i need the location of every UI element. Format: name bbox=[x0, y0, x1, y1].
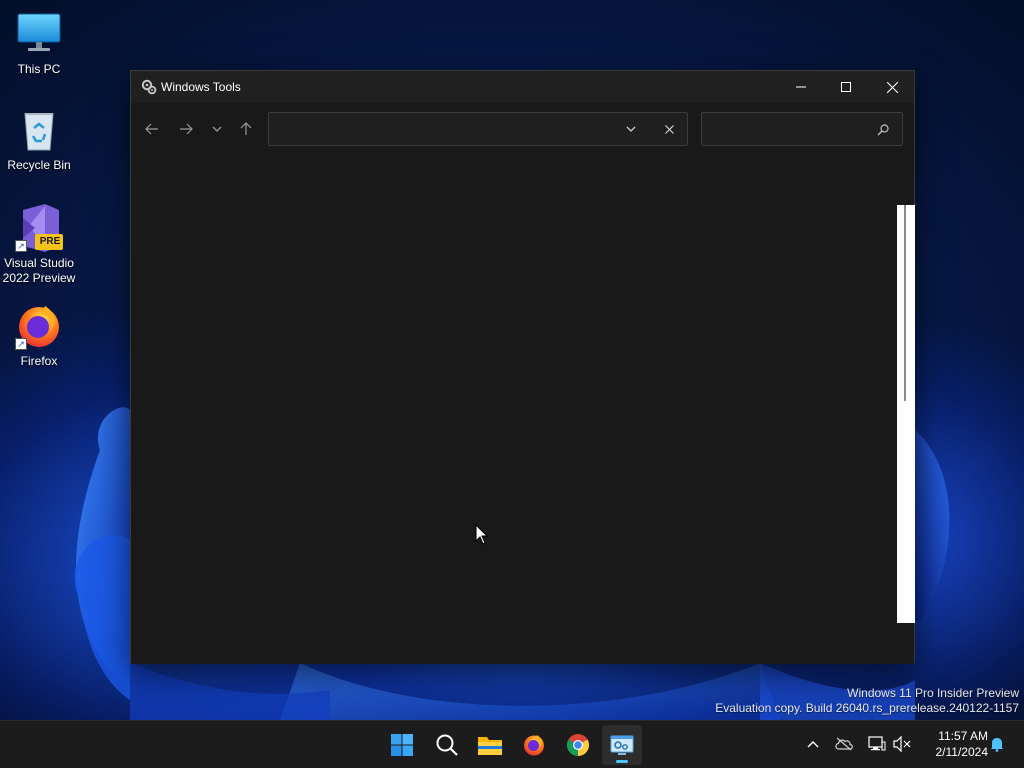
search-box[interactable] bbox=[701, 112, 903, 146]
preview-badge: PRE bbox=[39, 236, 61, 247]
chevron-down-icon bbox=[212, 126, 222, 132]
maximize-icon bbox=[841, 82, 851, 92]
search-icon[interactable] bbox=[874, 121, 892, 139]
desktop-icon-label: Recycle Bin bbox=[7, 158, 71, 172]
navigation-bar bbox=[131, 103, 914, 155]
back-button[interactable] bbox=[140, 119, 164, 139]
chrome-taskbar-button[interactable] bbox=[558, 725, 598, 765]
show-hidden-icons-button[interactable] bbox=[802, 733, 824, 755]
windows-tools-icon bbox=[610, 735, 634, 755]
close-icon bbox=[664, 124, 674, 134]
minimize-icon bbox=[796, 86, 806, 88]
network-tray-button[interactable] bbox=[866, 733, 888, 755]
recycle-bin-icon bbox=[15, 106, 63, 154]
windows-tools-taskbar-button[interactable] bbox=[602, 725, 642, 765]
desktop-icon-label: Firefox bbox=[20, 354, 58, 368]
monitor-icon bbox=[15, 10, 63, 58]
onedrive-tray-button[interactable] bbox=[833, 733, 855, 755]
scrollbar-thumb[interactable] bbox=[904, 205, 906, 401]
minimize-button[interactable] bbox=[778, 71, 824, 103]
firefox-icon: ↗ bbox=[15, 302, 63, 350]
windows-tools-window: Windows Tools bbox=[130, 70, 915, 664]
address-clear-button[interactable] bbox=[659, 121, 679, 137]
notifications-button[interactable] bbox=[986, 733, 1008, 755]
desktop-icon-this-pc[interactable]: This PC bbox=[0, 10, 78, 77]
desktop-icon-recycle-bin[interactable]: Recycle Bin bbox=[0, 106, 78, 173]
desktop-icon-firefox[interactable]: ↗ Firefox bbox=[0, 302, 78, 369]
system-clock[interactable]: 11:57 AM 2/11/2024 bbox=[918, 728, 989, 760]
visual-studio-icon: ↗ PRE bbox=[15, 204, 63, 252]
clock-time: 11:57 AM bbox=[938, 729, 988, 743]
volume-tray-button[interactable] bbox=[891, 733, 913, 755]
close-button[interactable] bbox=[869, 71, 915, 103]
chevron-up-icon bbox=[807, 741, 819, 748]
address-bar[interactable] bbox=[268, 112, 688, 146]
evaluation-watermark: Windows 11 Pro Insider Preview Evaluatio… bbox=[715, 686, 1019, 716]
window-title: Windows Tools bbox=[161, 80, 241, 94]
desktop-icon-visual-studio[interactable]: ↗ PRE Visual Studio 2022 Preview bbox=[0, 204, 78, 286]
search-input[interactable] bbox=[710, 119, 870, 139]
close-icon bbox=[886, 81, 898, 93]
chrome-icon bbox=[567, 734, 589, 756]
vertical-scrollbar[interactable] bbox=[897, 205, 915, 623]
content-pane[interactable] bbox=[131, 155, 915, 664]
volume-muted-icon bbox=[893, 736, 911, 752]
search-icon bbox=[436, 734, 458, 756]
recent-locations-button[interactable] bbox=[205, 119, 229, 139]
arrow-left-icon bbox=[145, 123, 158, 135]
maximize-button[interactable] bbox=[823, 71, 869, 103]
file-explorer-icon bbox=[478, 737, 502, 755]
address-input[interactable] bbox=[275, 119, 605, 139]
clock-date: 2/11/2024 bbox=[935, 745, 989, 759]
desktop-icon-label: Visual Studio 2022 Preview bbox=[2, 256, 76, 285]
arrow-up-icon bbox=[240, 122, 252, 135]
arrow-right-icon bbox=[180, 123, 193, 135]
active-app-indicator bbox=[616, 760, 628, 763]
chevron-down-icon bbox=[626, 126, 636, 132]
firefox-icon bbox=[524, 735, 544, 756]
bell-icon bbox=[990, 738, 1004, 752]
shortcut-arrow-icon: ↗ bbox=[15, 338, 27, 350]
title-bar[interactable]: Windows Tools bbox=[131, 71, 914, 103]
windows-tools-icon bbox=[141, 79, 157, 95]
firefox-taskbar-button[interactable] bbox=[514, 725, 554, 765]
taskbar-search-button[interactable] bbox=[427, 725, 467, 765]
desktop-icon-label: This PC bbox=[17, 62, 61, 76]
mouse-cursor-icon bbox=[475, 523, 489, 546]
shortcut-arrow-icon: ↗ bbox=[15, 240, 27, 252]
watermark-line-1: Windows 11 Pro Insider Preview bbox=[847, 686, 1019, 700]
start-button[interactable] bbox=[382, 725, 422, 765]
watermark-line-2: Evaluation copy. Build 26040.rs_prerelea… bbox=[715, 701, 1019, 715]
taskbar: 11:57 AM 2/11/2024 bbox=[0, 720, 1024, 768]
file-explorer-button[interactable] bbox=[470, 725, 510, 765]
address-history-button[interactable] bbox=[621, 121, 641, 137]
forward-button[interactable] bbox=[174, 119, 198, 139]
network-icon bbox=[868, 736, 886, 751]
up-button[interactable] bbox=[234, 119, 258, 139]
onedrive-offline-icon bbox=[835, 737, 853, 751]
start-icon bbox=[391, 734, 413, 756]
